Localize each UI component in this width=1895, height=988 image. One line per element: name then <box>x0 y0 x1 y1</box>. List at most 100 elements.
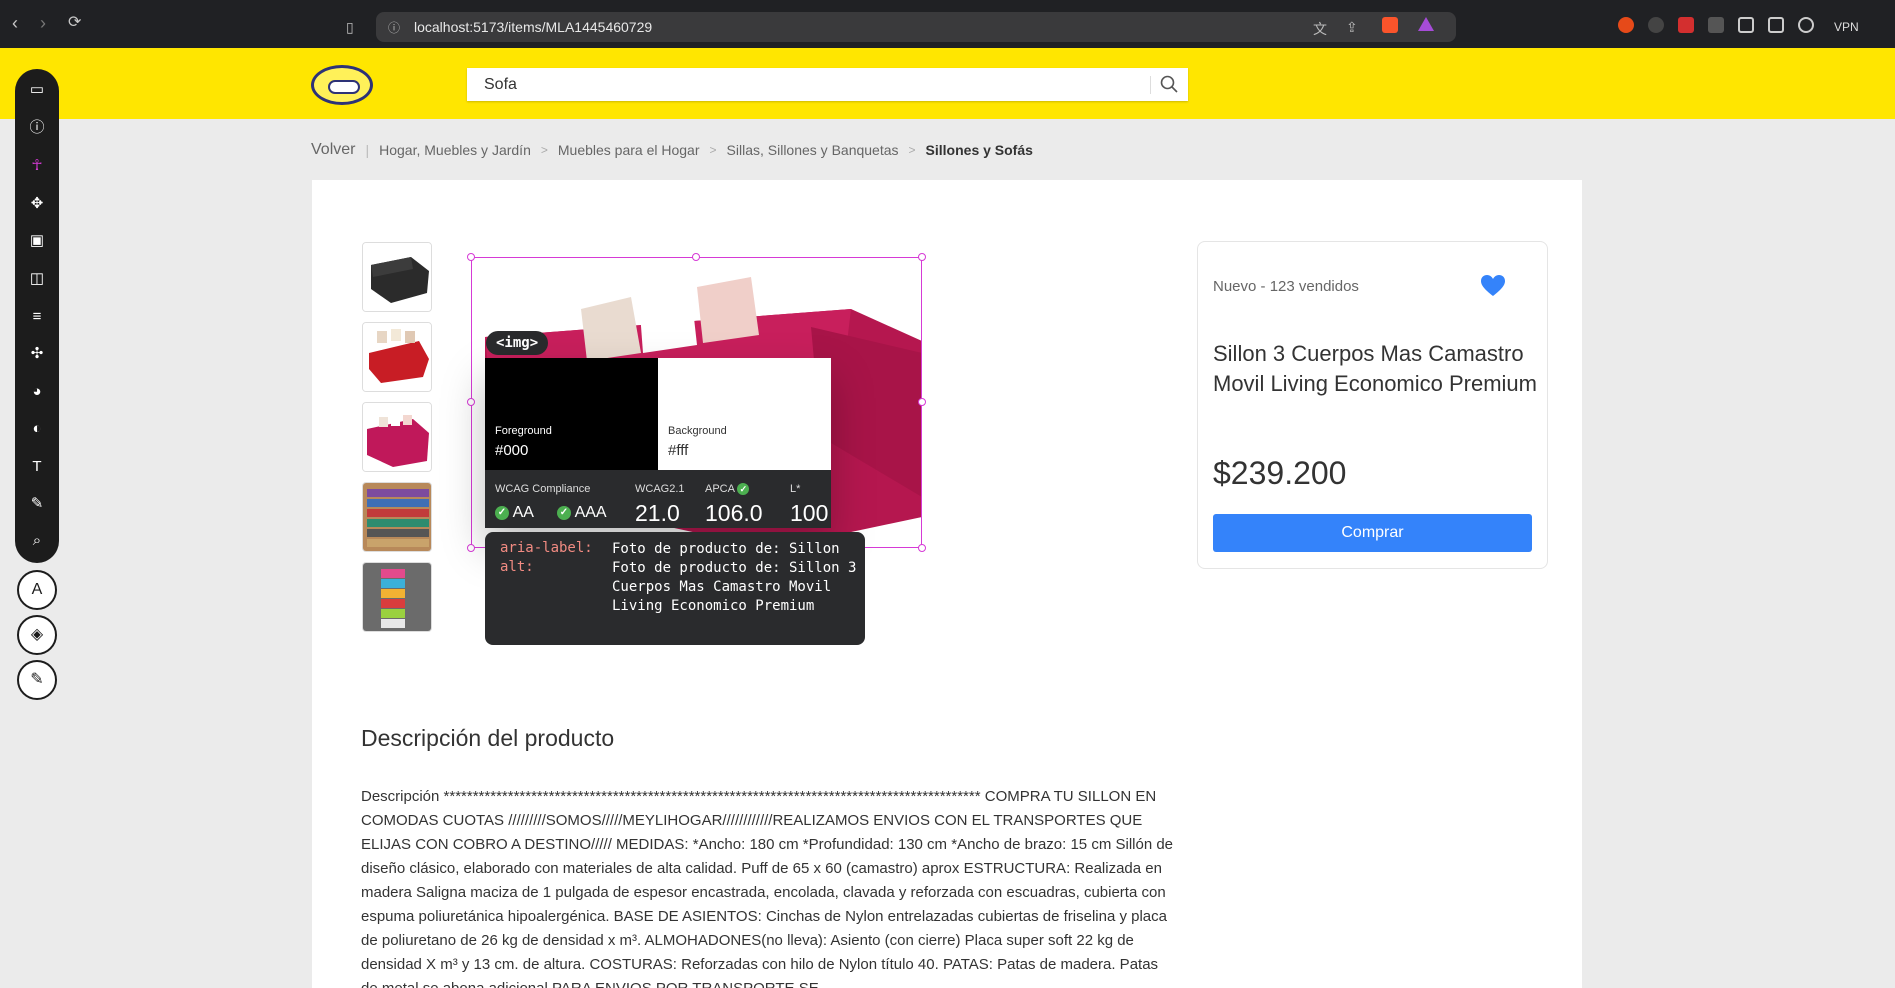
move-icon[interactable]: ✥ <box>22 190 52 218</box>
ruler-icon[interactable]: ▭ <box>22 76 52 104</box>
background-value: #fff <box>668 442 689 459</box>
description-title: Descripción del producto <box>361 725 615 751</box>
site-info-icon[interactable]: ⓘ <box>388 19 400 36</box>
apca-label: APCA <box>705 483 735 495</box>
resize-handle[interactable] <box>918 253 926 261</box>
resize-handle[interactable] <box>918 398 926 406</box>
vpn-button[interactable]: VPN <box>1834 20 1859 34</box>
aaa-badge: AAA <box>574 504 607 521</box>
extension-icon-1[interactable] <box>1618 17 1634 33</box>
background-swatch: Background #fff <box>658 358 831 470</box>
wcag21-label: WCAG2.1 <box>635 483 685 495</box>
info-icon[interactable]: ⓘ <box>22 114 52 142</box>
breadcrumb-current[interactable]: Sillones y Sofás <box>926 142 1033 158</box>
url-text[interactable]: localhost:5173/items/MLA1445460729 <box>414 19 652 35</box>
chevron-right-icon: > <box>709 143 717 157</box>
apca-value: 106.0 <box>705 500 763 526</box>
extensions-puzzle-icon[interactable] <box>1708 17 1724 33</box>
paint-bucket-icon[interactable]: ◈ <box>17 615 57 655</box>
heart-icon[interactable] <box>1480 274 1506 298</box>
contrast-panel: Foreground #000 Background #fff WCAG Com… <box>485 358 831 528</box>
lightness-label: L* <box>790 483 801 495</box>
extension-icon-2[interactable] <box>1648 17 1664 33</box>
search-icon[interactable]: ⌕ <box>22 527 52 555</box>
translate-icon[interactable]: 文 <box>1313 19 1327 39</box>
bookmark-icon[interactable]: ▯ <box>346 19 354 36</box>
resize-handle[interactable] <box>692 253 700 261</box>
product-thumbnail[interactable] <box>362 562 432 632</box>
reload-icon[interactable]: ⟳ <box>68 14 81 32</box>
aa-badge: AA <box>512 504 534 521</box>
colors-thumb <box>363 563 431 631</box>
product-thumbnail[interactable] <box>362 482 432 552</box>
product-title: Sillon 3 Cuerpos Mas Camastro Movil Livi… <box>1213 341 1537 396</box>
check-icon: ✓ <box>495 505 509 520</box>
breadcrumb-item[interactable]: Hogar, Muebles y Jardín <box>379 142 531 158</box>
black-sofa-thumb <box>363 243 431 311</box>
align-icon[interactable]: ≡ <box>22 303 52 331</box>
product-price: $239.200 <box>1213 455 1347 491</box>
hue-icon[interactable]: ✣ <box>22 340 52 368</box>
element-tag-label: <img> <box>486 331 549 355</box>
edit-icon[interactable]: ✎ <box>22 490 52 518</box>
breadcrumb-item[interactable]: Sillas, Sillones y Banquetas <box>727 142 899 158</box>
back-icon[interactable]: ‹ <box>12 14 18 32</box>
wcag-compliance-label: WCAG Compliance <box>495 483 591 495</box>
search-input[interactable] <box>467 68 1147 101</box>
foreground-label: Foreground <box>495 425 552 437</box>
mercadolibre-logo[interactable] <box>311 65 373 105</box>
alt-value: Foto de producto de: Sillon 3 Cuerpos Ma… <box>612 560 857 614</box>
extension-icon-3[interactable] <box>1678 17 1694 33</box>
sidebar-icon[interactable] <box>1738 17 1754 33</box>
check-icon: ✓ <box>737 483 750 496</box>
search-divider <box>1150 76 1151 94</box>
resize-handle[interactable] <box>467 253 475 261</box>
chevron-right-icon: > <box>540 143 548 157</box>
back-link[interactable]: Volver <box>311 141 355 159</box>
forward-icon[interactable]: › <box>40 14 46 32</box>
chevron-right-icon: > <box>908 143 916 157</box>
aria-label-key: aria-label: <box>500 540 593 556</box>
font-icon[interactable]: T <box>22 453 52 481</box>
foreground-swatch: Foreground #000 <box>485 358 658 470</box>
breadcrumb-item[interactable]: Muebles para el Hogar <box>558 142 700 158</box>
resize-handle[interactable] <box>918 544 926 552</box>
fabric-samples-thumb <box>363 483 431 551</box>
brave-rewards-icon[interactable] <box>1418 17 1434 31</box>
share-icon[interactable]: ⇪ <box>1346 19 1358 36</box>
text-tool-button[interactable]: A <box>17 570 57 610</box>
leo-ai-icon[interactable] <box>1798 17 1814 33</box>
pink-sofa-thumb <box>363 403 431 471</box>
lightness-value: 100 <box>790 500 829 526</box>
red-sofa-thumb <box>363 323 431 391</box>
pencil-icon[interactable]: ✎ <box>17 660 57 700</box>
padding-icon[interactable]: ◫ <box>22 265 52 293</box>
contrast-metrics: WCAG Compliance ✓ AA ✓ AAA WCAG2.1 21.0 … <box>485 470 831 528</box>
condition-sold: Nuevo - 123 vendidos <box>1213 278 1359 295</box>
browser-toolbar: ‹ › ⟳ ▯ ⓘ localhost:5173/items/MLA144546… <box>0 0 1895 48</box>
product-thumbnail[interactable] <box>362 402 432 472</box>
description-body: Descripción ****************************… <box>361 788 1174 988</box>
contrast-icon[interactable]: ◐ <box>22 415 52 443</box>
alt-key: alt: <box>500 559 534 575</box>
background-label: Background <box>668 425 727 437</box>
foreground-value: #000 <box>495 442 529 459</box>
accessibility-icon[interactable]: ☥ <box>22 152 52 180</box>
product-thumbnail[interactable] <box>362 242 432 312</box>
resize-handle[interactable] <box>467 398 475 406</box>
palette-icon[interactable]: ◕ <box>22 378 52 406</box>
product-thumbnail[interactable] <box>362 322 432 392</box>
accessibility-tooltip: aria-label: alt: Foto de producto de: Si… <box>485 532 865 645</box>
breadcrumb-divider: | <box>365 142 370 158</box>
buy-button[interactable]: Comprar <box>1213 514 1532 552</box>
aria-label-value: Foto de producto de: Sillon <box>612 541 840 557</box>
check-icon: ✓ <box>557 505 571 520</box>
wcag21-value: 21.0 <box>635 500 680 526</box>
margin-icon[interactable]: ▣ <box>22 227 52 255</box>
resize-handle[interactable] <box>467 544 475 552</box>
search-bar <box>467 68 1188 101</box>
brave-shield-icon[interactable] <box>1382 17 1398 33</box>
search-icon[interactable] <box>1159 74 1179 94</box>
wallet-icon[interactable] <box>1768 17 1784 33</box>
breadcrumb: Volver | Hogar, Muebles y Jardín > Muebl… <box>311 141 1033 159</box>
